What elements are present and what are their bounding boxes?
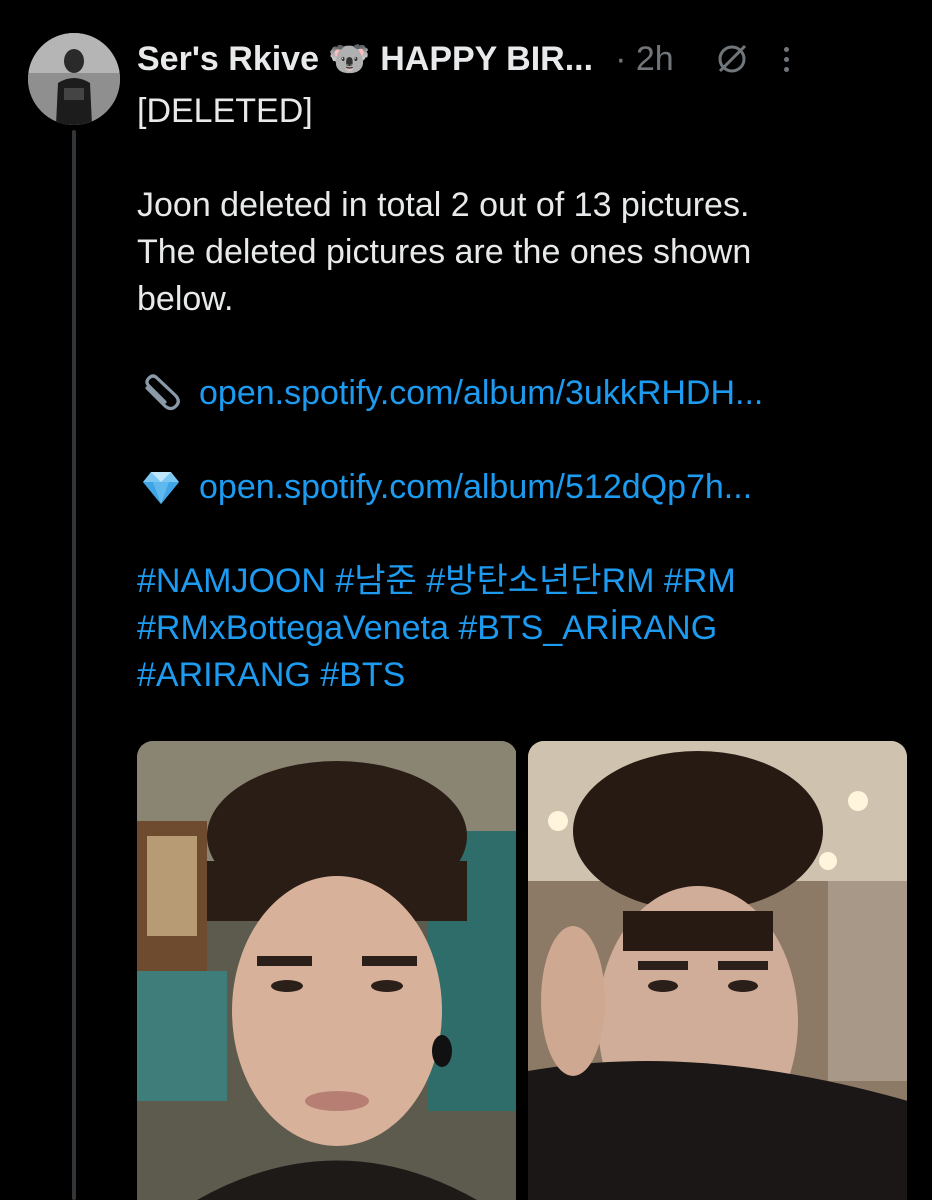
hashtags: #NAMJOON #남준 #방탄소년단RM #RM #RMxBottegaVen… [137, 558, 907, 699]
photo[interactable] [137, 741, 517, 1200]
gem-icon [137, 468, 185, 508]
spotify-link[interactable]: open.spotify.com/album/512dQp7h... [199, 464, 752, 511]
tweet-line: [DELETED] [137, 92, 313, 130]
avatar-image [28, 33, 120, 125]
tweet-line: Joon deleted in total 2 out of 13 pictur… [137, 186, 750, 224]
grok-icon[interactable] [714, 41, 750, 77]
media-grid [137, 741, 907, 1200]
avatar[interactable] [28, 33, 120, 125]
tweet-line: below. [137, 280, 234, 318]
selfie-photo-image [137, 741, 516, 1200]
hashtag-line[interactable]: #ARIRANG #BTS [137, 652, 907, 699]
paperclip-icon [137, 373, 185, 414]
spotify-link-row: open.spotify.com/album/512dQp7h... [137, 464, 907, 511]
selfie-photo-image [527, 741, 907, 1200]
timestamp[interactable]: · 2h [615, 40, 674, 79]
hashtag-line[interactable]: #RMxBottegaVeneta #BTS_ARİRANG [137, 605, 907, 652]
photo[interactable] [527, 741, 907, 1200]
hashtag-line[interactable]: #NAMJOON #남준 #방탄소년단RM #RM [137, 558, 907, 605]
display-name[interactable]: Ser's Rkive 🐨 HAPPY BIR... [137, 39, 593, 79]
spotify-link-row: open.spotify.com/album/3ukkRHDH... [137, 370, 907, 417]
tweet-body: [DELETED] Joon deleted in total 2 out of… [137, 88, 907, 699]
spotify-link[interactable]: open.spotify.com/album/3ukkRHDH... [199, 370, 763, 417]
tweet-line: The deleted pictures are the ones shown [137, 233, 752, 271]
more-options-icon[interactable] [783, 46, 789, 72]
tweet-header: Ser's Rkive 🐨 HAPPY BIR... · 2h [137, 34, 912, 84]
thread-line [72, 130, 76, 1200]
